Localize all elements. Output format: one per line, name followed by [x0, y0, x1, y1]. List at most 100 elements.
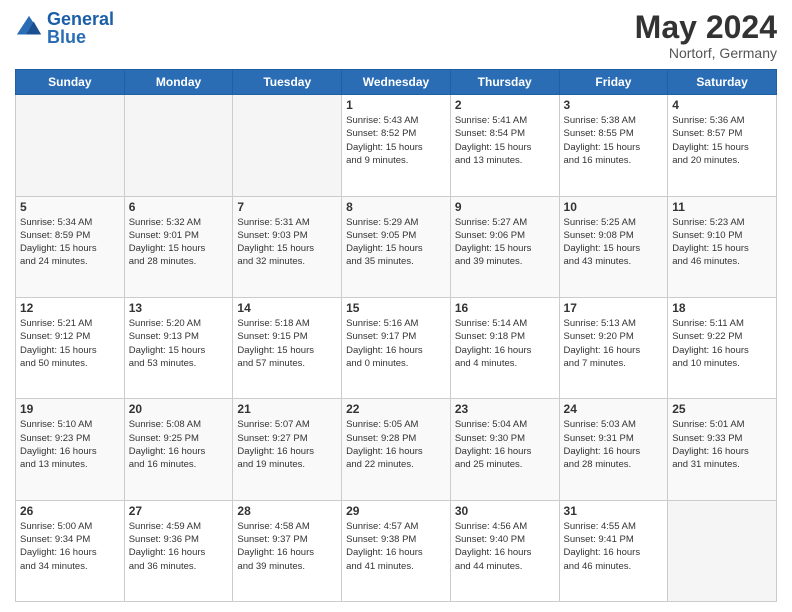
- calendar-cell: 11 Sunrise: 5:23 AM Sunset: 9:10 PM Dayli…: [668, 196, 777, 297]
- calendar-cell: 10 Sunrise: 5:25 AM Sunset: 9:08 PM Dayli…: [559, 196, 668, 297]
- day-number: 19: [20, 402, 120, 416]
- day-number: 3: [564, 98, 664, 112]
- day-number: 31: [564, 504, 664, 518]
- day-info: Sunrise: 4:59 AM Sunset: 9:36 PM Dayligh…: [129, 520, 229, 573]
- day-info: Sunrise: 5:43 AM Sunset: 8:52 PM Dayligh…: [346, 114, 446, 167]
- calendar-cell: 1 Sunrise: 5:43 AM Sunset: 8:52 PM Daylig…: [342, 95, 451, 196]
- day-number: 20: [129, 402, 229, 416]
- header: General Blue May 2024 Nortorf, Germany: [15, 10, 777, 61]
- header-friday: Friday: [559, 70, 668, 95]
- day-number: 13: [129, 301, 229, 315]
- calendar-cell: 2 Sunrise: 5:41 AM Sunset: 8:54 PM Daylig…: [450, 95, 559, 196]
- month-year: May 2024: [635, 10, 777, 45]
- day-info: Sunrise: 5:23 AM Sunset: 9:10 PM Dayligh…: [672, 216, 772, 269]
- day-number: 17: [564, 301, 664, 315]
- day-number: 16: [455, 301, 555, 315]
- day-number: 10: [564, 200, 664, 214]
- calendar-cell: 27 Sunrise: 4:59 AM Sunset: 9:36 PM Dayli…: [124, 500, 233, 601]
- calendar-cell: 19 Sunrise: 5:10 AM Sunset: 9:23 PM Dayli…: [16, 399, 125, 500]
- calendar-cell: 20 Sunrise: 5:08 AM Sunset: 9:25 PM Dayli…: [124, 399, 233, 500]
- calendar-cell: 23Sunrise: 5:04 AM Sunset: 9:30 PM Dayli…: [450, 399, 559, 500]
- calendar-cell: 3Sunrise: 5:38 AM Sunset: 8:55 PM Daylig…: [559, 95, 668, 196]
- day-number: 6: [129, 200, 229, 214]
- day-number: 30: [455, 504, 555, 518]
- calendar-cell: 5Sunrise: 5:34 AM Sunset: 8:59 PM Daylig…: [16, 196, 125, 297]
- calendar-cell: 6Sunrise: 5:32 AM Sunset: 9:01 PM Daylig…: [124, 196, 233, 297]
- day-info: Sunrise: 5:27 AM Sunset: 9:06 PM Dayligh…: [455, 216, 555, 269]
- header-saturday: Saturday: [668, 70, 777, 95]
- calendar-cell: 24Sunrise: 5:03 AM Sunset: 9:31 PM Dayli…: [559, 399, 668, 500]
- day-info: Sunrise: 5:08 AM Sunset: 9:25 PM Dayligh…: [129, 418, 229, 471]
- calendar-cell: 17 Sunrise: 5:13 AM Sunset: 9:20 PM Dayli…: [559, 297, 668, 398]
- day-info: Sunrise: 5:20 AM Sunset: 9:13 PM Dayligh…: [129, 317, 229, 370]
- day-number: 7: [237, 200, 337, 214]
- calendar-cell: 7 Sunrise: 5:31 AM Sunset: 9:03 PM Daylig…: [233, 196, 342, 297]
- day-number: 14: [237, 301, 337, 315]
- day-number: 28: [237, 504, 337, 518]
- day-info: Sunrise: 5:00 AM Sunset: 9:34 PM Dayligh…: [20, 520, 120, 573]
- calendar-cell: 15Sunrise: 5:16 AM Sunset: 9:17 PM Dayli…: [342, 297, 451, 398]
- day-info: Sunrise: 5:01 AM Sunset: 9:33 PM Dayligh…: [672, 418, 772, 471]
- calendar-cell: 9 Sunrise: 5:27 AM Sunset: 9:06 PM Daylig…: [450, 196, 559, 297]
- day-number: 29: [346, 504, 446, 518]
- calendar-week-0: 1 Sunrise: 5:43 AM Sunset: 8:52 PM Daylig…: [16, 95, 777, 196]
- day-number: 11: [672, 200, 772, 214]
- calendar-cell: 25Sunrise: 5:01 AM Sunset: 9:33 PM Dayli…: [668, 399, 777, 500]
- logo-icon: [15, 14, 43, 42]
- day-info: Sunrise: 5:14 AM Sunset: 9:18 PM Dayligh…: [455, 317, 555, 370]
- day-number: 26: [20, 504, 120, 518]
- logo-general: General: [47, 9, 114, 29]
- calendar-cell: [233, 95, 342, 196]
- calendar-header: Sunday Monday Tuesday Wednesday Thursday…: [16, 70, 777, 95]
- calendar-cell: 26 Sunrise: 5:00 AM Sunset: 9:34 PM Dayli…: [16, 500, 125, 601]
- day-number: 27: [129, 504, 229, 518]
- day-info: Sunrise: 5:05 AM Sunset: 9:28 PM Dayligh…: [346, 418, 446, 471]
- day-info: Sunrise: 5:10 AM Sunset: 9:23 PM Dayligh…: [20, 418, 120, 471]
- calendar: Sunday Monday Tuesday Wednesday Thursday…: [15, 69, 777, 602]
- day-info: Sunrise: 5:41 AM Sunset: 8:54 PM Dayligh…: [455, 114, 555, 167]
- day-info: Sunrise: 5:36 AM Sunset: 8:57 PM Dayligh…: [672, 114, 772, 167]
- calendar-cell: 31 Sunrise: 4:55 AM Sunset: 9:41 PM Dayli…: [559, 500, 668, 601]
- day-number: 18: [672, 301, 772, 315]
- calendar-week-4: 26 Sunrise: 5:00 AM Sunset: 9:34 PM Dayli…: [16, 500, 777, 601]
- day-info: Sunrise: 5:31 AM Sunset: 9:03 PM Dayligh…: [237, 216, 337, 269]
- header-sunday: Sunday: [16, 70, 125, 95]
- calendar-cell: [124, 95, 233, 196]
- day-number: 4: [672, 98, 772, 112]
- calendar-cell: 28 Sunrise: 4:58 AM Sunset: 9:37 PM Dayli…: [233, 500, 342, 601]
- header-tuesday: Tuesday: [233, 70, 342, 95]
- calendar-week-3: 19 Sunrise: 5:10 AM Sunset: 9:23 PM Dayli…: [16, 399, 777, 500]
- day-info: Sunrise: 5:04 AM Sunset: 9:30 PM Dayligh…: [455, 418, 555, 471]
- calendar-cell: 29Sunrise: 4:57 AM Sunset: 9:38 PM Dayli…: [342, 500, 451, 601]
- calendar-cell: 18 Sunrise: 5:11 AM Sunset: 9:22 PM Dayli…: [668, 297, 777, 398]
- day-number: 21: [237, 402, 337, 416]
- calendar-cell: 4 Sunrise: 5:36 AM Sunset: 8:57 PM Daylig…: [668, 95, 777, 196]
- day-number: 1: [346, 98, 446, 112]
- location: Nortorf, Germany: [635, 45, 777, 61]
- calendar-cell: 14Sunrise: 5:18 AM Sunset: 9:15 PM Dayli…: [233, 297, 342, 398]
- day-info: Sunrise: 5:07 AM Sunset: 9:27 PM Dayligh…: [237, 418, 337, 471]
- logo: General Blue: [15, 10, 114, 46]
- day-number: 2: [455, 98, 555, 112]
- calendar-cell: 12 Sunrise: 5:21 AM Sunset: 9:12 PM Dayli…: [16, 297, 125, 398]
- header-monday: Monday: [124, 70, 233, 95]
- day-number: 9: [455, 200, 555, 214]
- day-info: Sunrise: 4:58 AM Sunset: 9:37 PM Dayligh…: [237, 520, 337, 573]
- logo-blue: Blue: [47, 27, 86, 47]
- calendar-cell: 8Sunrise: 5:29 AM Sunset: 9:05 PM Daylig…: [342, 196, 451, 297]
- day-info: Sunrise: 5:21 AM Sunset: 9:12 PM Dayligh…: [20, 317, 120, 370]
- header-wednesday: Wednesday: [342, 70, 451, 95]
- calendar-cell: 22 Sunrise: 5:05 AM Sunset: 9:28 PM Dayli…: [342, 399, 451, 500]
- day-number: 8: [346, 200, 446, 214]
- day-info: Sunrise: 5:11 AM Sunset: 9:22 PM Dayligh…: [672, 317, 772, 370]
- day-info: Sunrise: 5:16 AM Sunset: 9:17 PM Dayligh…: [346, 317, 446, 370]
- calendar-body: 1 Sunrise: 5:43 AM Sunset: 8:52 PM Daylig…: [16, 95, 777, 602]
- day-number: 12: [20, 301, 120, 315]
- day-info: Sunrise: 5:25 AM Sunset: 9:08 PM Dayligh…: [564, 216, 664, 269]
- day-number: 5: [20, 200, 120, 214]
- day-info: Sunrise: 4:56 AM Sunset: 9:40 PM Dayligh…: [455, 520, 555, 573]
- calendar-week-1: 5Sunrise: 5:34 AM Sunset: 8:59 PM Daylig…: [16, 196, 777, 297]
- day-info: Sunrise: 4:55 AM Sunset: 9:41 PM Dayligh…: [564, 520, 664, 573]
- day-info: Sunrise: 5:13 AM Sunset: 9:20 PM Dayligh…: [564, 317, 664, 370]
- day-number: 22: [346, 402, 446, 416]
